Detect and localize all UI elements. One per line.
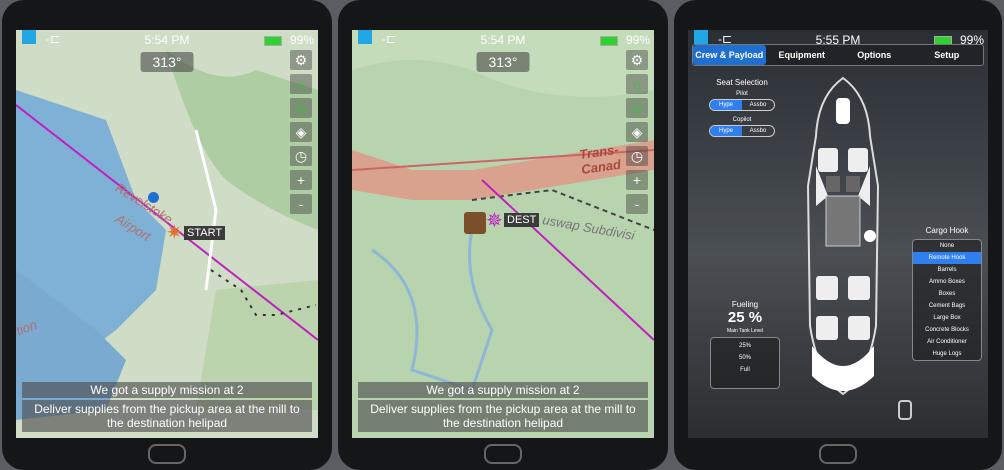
helipad-icon[interactable] [464,212,486,234]
mission-title: We got a supply mission at 2 [358,382,648,398]
pilot-option-hype[interactable]: Hype [710,100,742,110]
zoom-out-button[interactable]: - [290,194,312,214]
clock-icon[interactable]: ◷ [290,146,312,166]
cargo-option-ammo-boxes[interactable]: Ammo Boxes [913,276,981,288]
pilot-icon[interactable]: ☺ [626,98,648,118]
cargo-option-remote-hook[interactable]: Remote Hook [913,252,981,264]
pilot-option-assbo[interactable]: Assbo [742,100,774,110]
pilot-seat-toggle[interactable]: Hype Assbo [709,99,775,111]
home-button[interactable] [819,444,857,464]
mission-title: We got a supply mission at 2 [22,382,312,398]
gear-icon[interactable]: ⚙ [290,50,312,70]
cargo-option-boxes[interactable]: Boxes [913,288,981,300]
battery-icon [599,35,618,46]
main-tank-label: Main Tank Level [726,328,764,334]
marker-icon[interactable] [148,192,159,203]
cargo-option-concrete-blocks[interactable]: Concrete Blocks [913,324,981,336]
tab-equipment[interactable]: Equipment [766,45,839,65]
pilot-icon[interactable]: ☺ [290,98,312,118]
battery-indicator: 99% [263,33,314,47]
map-screen[interactable]: -⊏ 5:54 PM 99% 313° ⚙ ⌂ ☺ ◈ ◷ + - Trans-… [352,30,654,438]
gear-icon[interactable]: ⚙ [626,50,648,70]
map-toolbar: ⚙ ⌂ ☺ ◈ ◷ + - [290,50,312,214]
copilot-label: Copilot [732,117,752,123]
map-screen[interactable]: -⊏ 5:54 PM 99% 313° ⚙ ⌂ ☺ ◈ ◷ + - Revels… [16,30,318,438]
cargo-option-huge-logs[interactable]: Huge Logs [913,348,981,360]
helicopter-diagram [806,76,880,396]
cargo-option-large-box[interactable]: Large Box [913,312,981,324]
payload-screen: -⊏ 5:55 PM 99% Crew & Payload Equipment … [688,30,988,438]
fuel-option-25[interactable]: 25% [711,340,779,352]
dest-pin-label: DEST [504,213,540,227]
battery-indicator: 99% [599,33,650,47]
fuel-percent: 25 % [727,309,763,326]
seat-selection-title: Seat Selection [716,78,768,87]
cargo-option-none[interactable]: None [913,240,981,252]
start-pin-label: START [184,226,226,240]
mission-caption: We got a supply mission at 2 Deliver sup… [22,382,312,432]
dest-pin-icon[interactable]: ✵ [486,208,503,233]
tablet-map-start: -⊏ 5:54 PM 99% 313° ⚙ ⌂ ☺ ◈ ◷ + - Revels… [2,0,332,470]
cargo-hook-panel: Cargo Hook None Remote Hook Barrels Ammo… [912,226,982,361]
cargo-hook-list: None Remote Hook Barrels Ammo Boxes Boxe… [912,239,982,361]
home-button[interactable] [148,444,186,464]
home-button[interactable] [484,444,522,464]
mission-description: Deliver supplies from the pickup area at… [22,400,312,432]
compass-heading: 313° [476,52,530,72]
pilot-label: Pilot [736,91,748,97]
cargo-option-cement-bags[interactable]: Cement Bags [913,300,981,312]
battery-percent: 99% [625,33,650,47]
copilot-seat-toggle[interactable]: Hype Assbo [709,125,775,137]
fueling-panel: Fueling 25 % Main Tank Level 25% 50% Ful… [710,300,780,389]
zoom-in-button[interactable]: + [290,170,312,190]
tab-bar: Crew & Payload Equipment Options Setup [692,44,984,66]
bank-icon[interactable]: ⌂ [290,74,312,94]
hook-icon [898,400,912,420]
mission-caption: We got a supply mission at 2 Deliver sup… [358,382,648,432]
compass-heading: 313° [140,52,194,72]
zoom-in-button[interactable]: + [626,170,648,190]
cargo-option-barrels[interactable]: Barrels [913,264,981,276]
battery-icon [263,35,282,46]
status-bar: -⊏ 5:54 PM 99% [352,30,654,50]
pilot-seat-icon[interactable] [818,148,838,172]
tablet-map-dest: -⊏ 5:54 PM 99% 313° ⚙ ⌂ ☺ ◈ ◷ + - Trans-… [338,0,668,470]
tab-crew-payload[interactable]: Crew & Payload [693,45,766,65]
seat-selection-panel: Seat Selection Pilot Hype Assbo Copilot H… [702,78,782,139]
status-bar: -⊏ 5:54 PM 99% [16,30,318,50]
zoom-out-button[interactable]: - [626,194,648,214]
bank-icon[interactable]: ⌂ [626,74,648,94]
cargo-hook-title: Cargo Hook [925,226,969,235]
cargo-option-air-conditioner[interactable]: Air Conditioner [913,336,981,348]
battery-percent: 99% [289,33,314,47]
fueling-title: Fueling [731,300,759,309]
fuel-option-50[interactable]: 50% [711,352,779,364]
tablet-crew-payload: -⊏ 5:55 PM 99% Crew & Payload Equipment … [674,0,1002,470]
fuel-option-full[interactable]: Full [711,364,779,376]
tab-setup[interactable]: Setup [911,45,984,65]
fuel-options: 25% 50% Full [710,337,780,389]
mission-description: Deliver supplies from the pickup area at… [358,400,648,432]
copilot-option-hype[interactable]: Hype [710,126,742,136]
start-pin-icon[interactable]: ✷ [166,220,183,245]
copilot-option-assbo[interactable]: Assbo [742,126,774,136]
map-toolbar: ⚙ ⌂ ☺ ◈ ◷ + - [626,50,648,214]
tab-options[interactable]: Options [838,45,911,65]
layers-icon[interactable]: ◈ [290,122,312,142]
